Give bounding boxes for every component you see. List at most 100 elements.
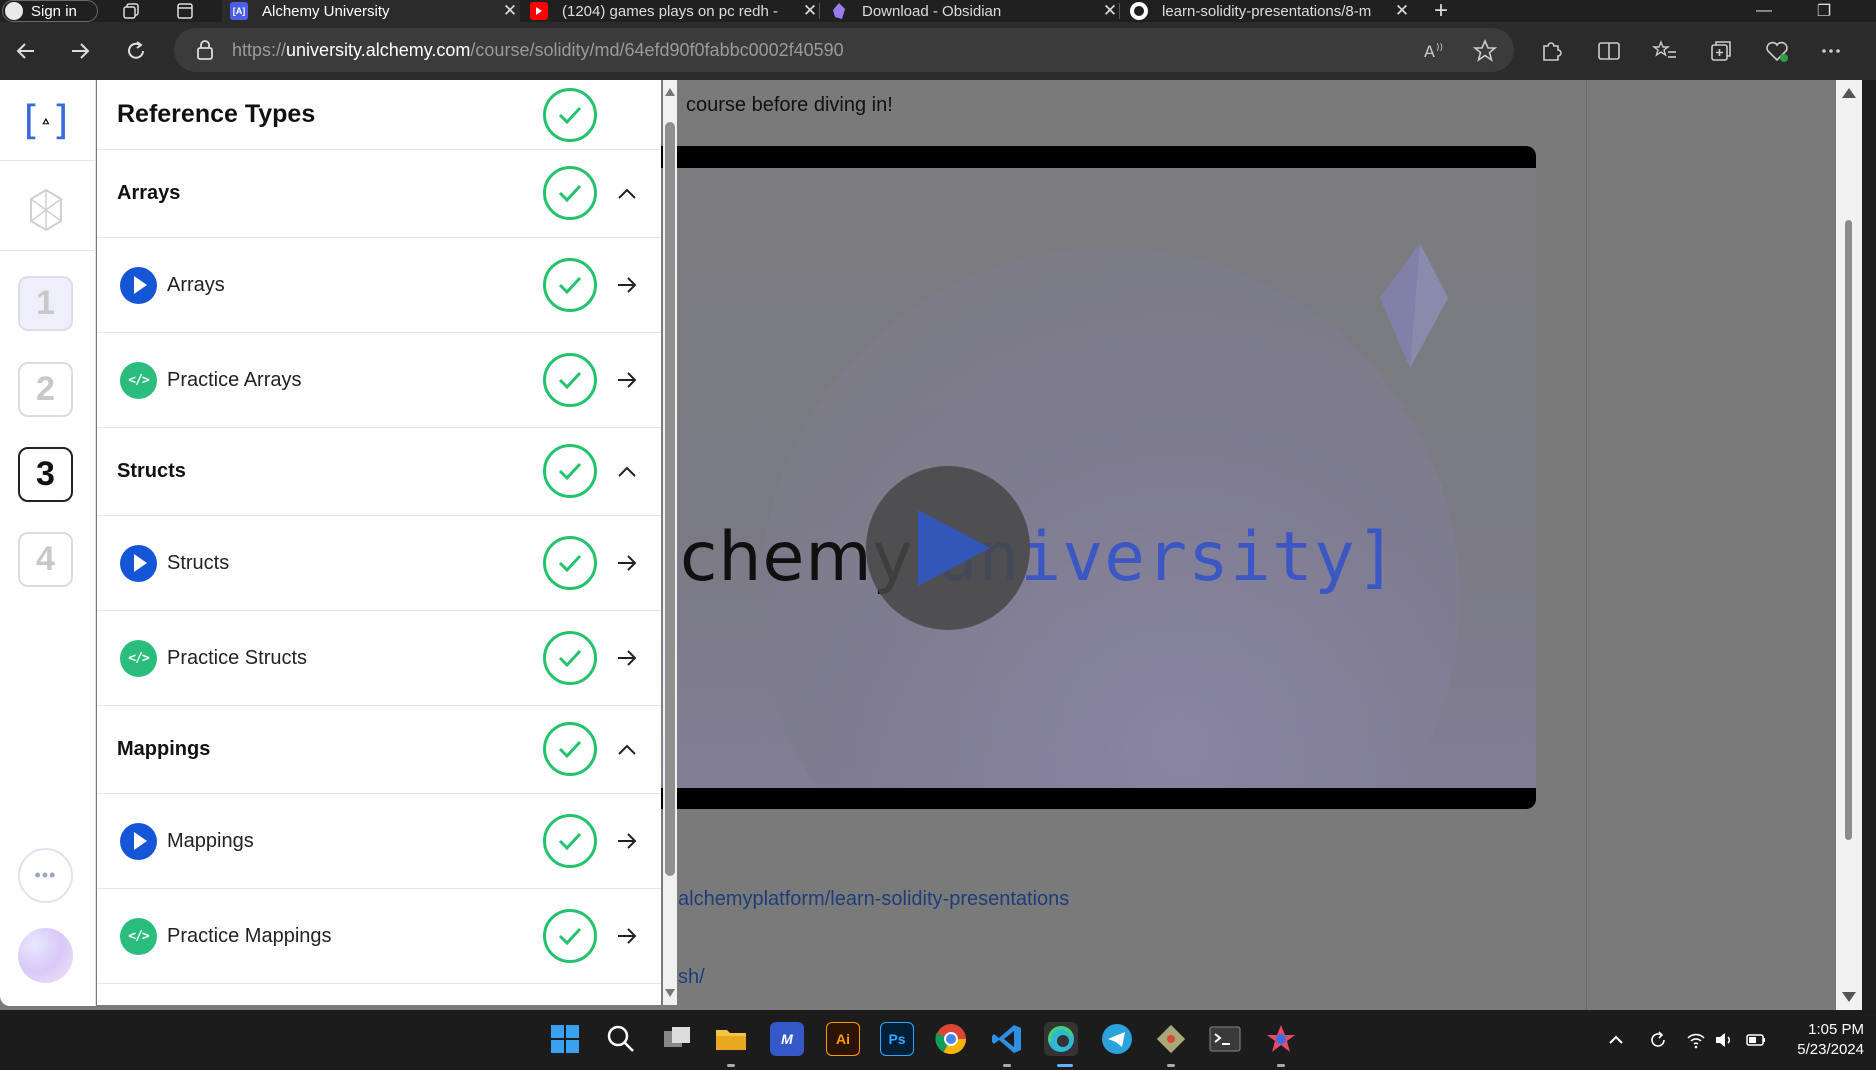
tab-obsidian[interactable]: Download - Obsidian ✕ <box>822 0 1120 22</box>
complete-check-icon <box>543 909 597 963</box>
extensions-icon[interactable] <box>1538 38 1564 64</box>
app-m-icon[interactable]: M <box>770 1022 804 1056</box>
svg-text:)): )) <box>1436 43 1443 53</box>
clock-date: 5/23/2024 <box>1797 1041 1864 1058</box>
forward-arrow-icon[interactable] <box>68 39 92 63</box>
arrow-right-icon[interactable] <box>615 273 639 297</box>
edge-icon[interactable] <box>1044 1022 1078 1056</box>
telegram-icon[interactable] <box>1100 1022 1134 1056</box>
back-arrow-icon[interactable] <box>14 39 38 63</box>
tab-actions-icon[interactable] <box>176 2 194 20</box>
video-play-icon <box>120 266 157 304</box>
step-2-button[interactable]: 2 <box>18 362 73 417</box>
syllabus-scrollbar[interactable] <box>663 80 677 1005</box>
split-screen-icon[interactable] <box>1596 38 1622 64</box>
close-tab-icon[interactable]: ✕ <box>1100 1 1120 21</box>
photoshop-icon[interactable]: Ps <box>880 1022 914 1056</box>
browser-essentials-icon[interactable] <box>1764 38 1790 64</box>
git-icon[interactable] <box>1154 1022 1188 1056</box>
tab-alchemy-university[interactable]: [A] Alchemy University ✕ <box>222 0 520 22</box>
section-arrays[interactable]: Arrays <box>97 150 661 238</box>
lesson-row[interactable]: </> Practice Arrays <box>97 333 661 428</box>
alchemy-triangle-icon <box>42 117 50 125</box>
module-title: Reference Types <box>117 100 316 128</box>
step-3-button[interactable]: 3 <box>18 447 73 502</box>
read-aloud-icon[interactable]: A)) <box>1422 38 1448 64</box>
alchemy-logo[interactable]: [ ] <box>18 98 74 144</box>
workspaces-icon[interactable] <box>122 2 140 20</box>
chrome-icon[interactable] <box>934 1022 968 1056</box>
profile-avatar-icon <box>5 2 23 20</box>
task-view-icon[interactable] <box>660 1022 694 1056</box>
user-avatar[interactable] <box>18 928 73 983</box>
illustrator-icon[interactable]: Ai <box>826 1022 860 1056</box>
close-tab-icon[interactable]: ✕ <box>800 1 820 21</box>
system-clock[interactable]: 1:05 PM 5/23/2024 <box>1784 1020 1864 1060</box>
clock-time: 1:05 PM <box>1808 1021 1864 1038</box>
url-path: /course/solidity/md/64efd90f0fabbc0002f4… <box>470 39 844 60</box>
section-mappings[interactable]: Mappings <box>97 706 661 794</box>
section-structs[interactable]: Structs <box>97 428 661 516</box>
module-header[interactable]: Reference Types <box>97 80 661 150</box>
favorite-star-icon[interactable] <box>1472 38 1498 64</box>
minimize-button[interactable]: — <box>1736 0 1792 22</box>
arrow-right-icon[interactable] <box>615 924 639 948</box>
step-4-button[interactable]: 4 <box>18 532 73 587</box>
lesson-row[interactable]: </> Practice Mappings <box>97 889 661 984</box>
page-scrollbar[interactable] <box>1836 80 1862 1010</box>
terminal-icon[interactable] <box>1208 1022 1242 1056</box>
more-menu-icon[interactable] <box>1818 38 1844 64</box>
tab-github[interactable]: learn-solidity-presentations/8-m ✕ <box>1122 0 1412 22</box>
close-tab-icon[interactable]: ✕ <box>1392 1 1412 21</box>
app-star-icon[interactable] <box>1264 1022 1298 1056</box>
complete-check-icon <box>543 166 597 220</box>
wifi-icon[interactable] <box>1686 1030 1706 1050</box>
secondary-link[interactable]: sh/ <box>678 966 705 989</box>
lock-icon[interactable] <box>196 40 214 60</box>
favorites-list-icon[interactable] <box>1652 38 1678 64</box>
github-icon <box>1130 2 1148 20</box>
arrow-right-icon[interactable] <box>615 551 639 575</box>
arrow-right-icon[interactable] <box>615 829 639 853</box>
close-tab-icon[interactable]: ✕ <box>500 1 520 21</box>
search-icon[interactable] <box>604 1022 638 1056</box>
lesson-row[interactable]: Mappings <box>97 794 661 889</box>
battery-icon[interactable] <box>1746 1030 1766 1050</box>
url-scheme: https:// <box>232 39 287 60</box>
video-play-icon <box>120 822 157 860</box>
restore-button[interactable]: ❐ <box>1796 0 1852 22</box>
vscode-icon[interactable] <box>990 1022 1024 1056</box>
video-thumbnail: chemy university] <box>640 168 1536 788</box>
chevron-up-icon[interactable] <box>615 738 639 762</box>
chevron-up-icon[interactable] <box>615 182 639 206</box>
arrow-right-icon[interactable] <box>615 368 639 392</box>
complete-check-icon <box>543 814 597 868</box>
step-1-button[interactable]: 1 <box>18 276 73 331</box>
volume-icon[interactable] <box>1714 1030 1734 1050</box>
collections-icon[interactable] <box>1708 38 1734 64</box>
chevron-up-icon[interactable] <box>615 460 639 484</box>
lesson-row[interactable]: Structs <box>97 516 661 611</box>
obsidian-icon <box>833 3 845 19</box>
browser-toolbar: https://university.alchemy.com/course/so… <box>0 22 1876 80</box>
refresh-icon[interactable] <box>124 39 148 63</box>
new-tab-button[interactable]: + <box>1416 0 1466 24</box>
lesson-row[interactable]: Arrays <box>97 238 661 333</box>
profile-signin-button[interactable]: Sign in <box>2 0 98 22</box>
sync-icon[interactable] <box>1648 1030 1668 1050</box>
tab-youtube[interactable]: (1204) games plays on pc redh - ✕ <box>522 0 820 22</box>
video-play-button[interactable] <box>866 466 1030 630</box>
url-host: university.alchemy.com <box>286 39 471 60</box>
github-link[interactable]: alchemyplatform/learn-solidity-presentat… <box>678 888 1069 911</box>
browser-tab-bar: Sign in [A] Alchemy University ✕ (1204) … <box>0 0 1876 24</box>
lesson-row[interactable]: </> Practice Structs <box>97 611 661 706</box>
arrow-right-icon[interactable] <box>615 646 639 670</box>
windows-start-icon[interactable] <box>548 1022 582 1056</box>
chevron-up-icon[interactable] <box>1606 1030 1626 1050</box>
file-explorer-icon[interactable] <box>714 1022 748 1056</box>
video-brand-text: chemy university] <box>680 518 1398 597</box>
address-bar[interactable]: https://university.alchemy.com/course/so… <box>174 28 1514 72</box>
more-options-button[interactable]: ••• <box>18 848 73 903</box>
video-player[interactable]: chemy university] <box>640 146 1536 809</box>
course-hex-icon[interactable] <box>28 188 64 232</box>
